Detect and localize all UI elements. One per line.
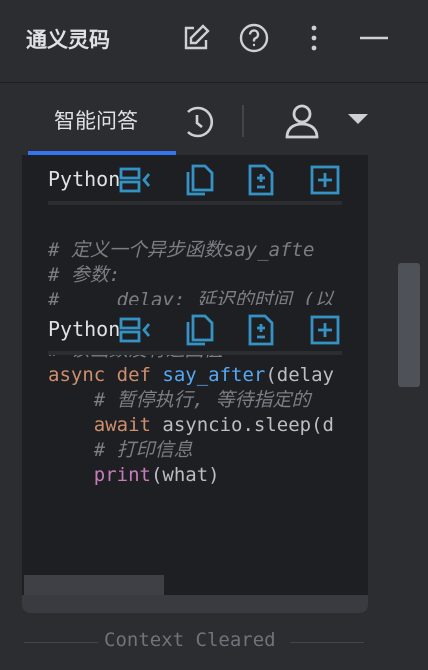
copy-icon[interactable] — [182, 313, 216, 347]
code-block-footer — [22, 595, 368, 613]
code-token: # 打印信息 — [93, 439, 193, 461]
code-line: await asyncio.sleep(d — [48, 413, 334, 438]
code-line: async def say_after(delay — [48, 363, 334, 388]
code-line: # 暂停执行, 等待指定的 — [48, 388, 334, 413]
toolbar-divider — [48, 201, 342, 205]
code-token: print — [93, 464, 151, 486]
tab-label: 智能问答 — [54, 109, 138, 133]
language-label: Python — [48, 317, 121, 341]
chat-content: # 定义一个异步函数say_afte # 参数: # delay: 延迟的时间 (以… — [0, 155, 428, 670]
history-icon[interactable] — [180, 105, 214, 139]
context-cleared-label: Context Cleared — [104, 629, 276, 651]
language-label: Python — [48, 167, 121, 191]
toolbar-divider — [48, 351, 342, 355]
code-line: # 参数: — [48, 263, 334, 288]
more-vertical-icon[interactable] — [298, 22, 330, 54]
code-token: # 暂停执行, 等待指定的 — [93, 389, 311, 411]
tab-bar: 智能问答 — [0, 83, 428, 155]
code-toolbar-sticky: Python — [22, 305, 368, 355]
divider-left — [24, 642, 98, 643]
insert-at-cursor-icon[interactable] — [118, 163, 152, 197]
code-token: # 定义一个异步函数say_afte — [48, 239, 315, 261]
code-token: # 参数: — [48, 264, 121, 286]
code-token: asyncio.sleep(d — [162, 414, 334, 436]
code-content: # 定义一个异步函数say_afte # 参数: # delay: 延迟的时间 (以… — [48, 238, 334, 488]
code-token: (delay — [265, 364, 334, 386]
app-title: 通义灵码 — [26, 28, 110, 52]
diff-icon[interactable] — [244, 313, 278, 347]
code-line: # 打印信息 — [48, 438, 334, 463]
new-file-icon[interactable] — [308, 313, 342, 347]
edit-icon[interactable] — [180, 22, 212, 54]
chevron-down-icon[interactable] — [346, 111, 370, 127]
code-line: print(what) — [48, 463, 334, 488]
insert-at-cursor-icon[interactable] — [118, 313, 152, 347]
divider — [242, 105, 244, 137]
user-icon[interactable] — [282, 101, 322, 141]
new-file-icon[interactable] — [308, 163, 342, 197]
horizontal-scrollbar[interactable] — [24, 575, 164, 597]
minimize-icon[interactable] — [358, 22, 390, 54]
divider-right — [290, 642, 364, 643]
code-token: (what) — [150, 464, 220, 486]
code-token: await — [93, 414, 163, 436]
tab-smart-qa[interactable]: 智能问答 — [28, 83, 176, 155]
code-token: say_after — [162, 364, 266, 386]
code-line: # 定义一个异步函数say_afte — [48, 238, 334, 263]
code-token: def — [116, 364, 163, 386]
code-block: # 定义一个异步函数say_afte # 参数: # delay: 延迟的时间 (以… — [22, 155, 368, 613]
copy-icon[interactable] — [182, 163, 216, 197]
title-bar: 通义灵码 — [0, 0, 428, 83]
diff-icon[interactable] — [244, 163, 278, 197]
code-toolbar: Python — [22, 155, 368, 205]
vertical-scrollbar[interactable] — [398, 263, 420, 387]
code-token: async — [48, 364, 117, 386]
help-icon[interactable] — [238, 22, 270, 54]
